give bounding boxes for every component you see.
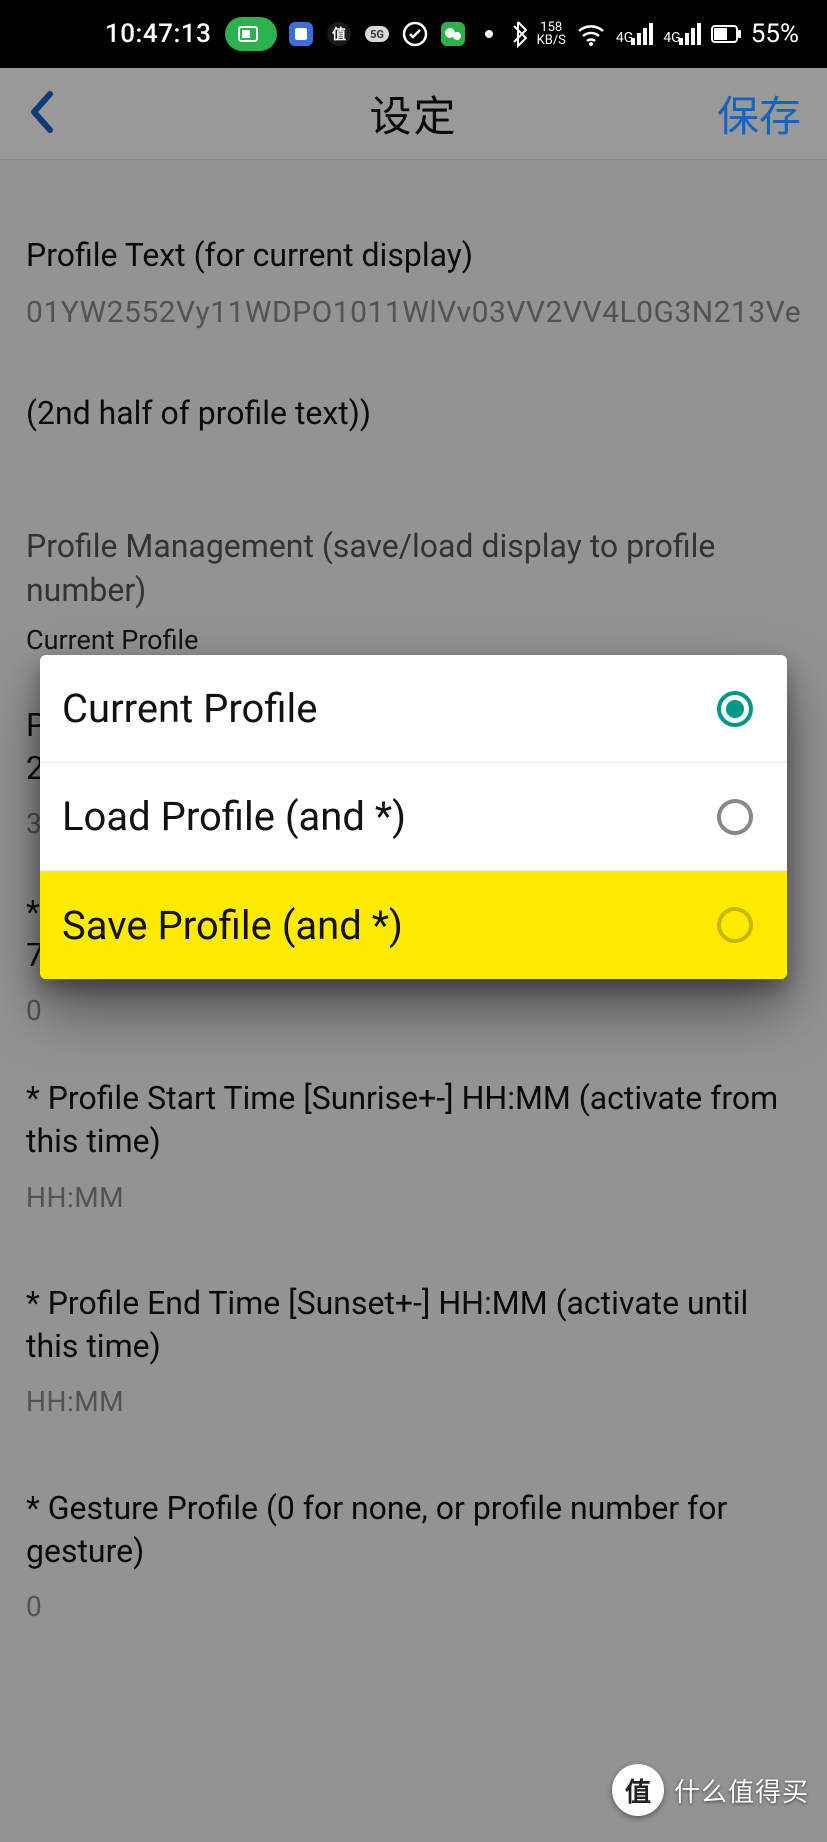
signal-bars-2 — [679, 23, 701, 45]
signal-bars-1 — [631, 23, 653, 45]
gesture-label: * Gesture Profile (0 for none, or profil… — [26, 1487, 801, 1573]
bluetooth-icon — [509, 20, 527, 48]
second-half-label: (2nd half of profile text)) — [26, 392, 801, 435]
current-profile-value[interactable]: Current Profile — [26, 624, 801, 656]
gesture-section: * Gesture Profile (0 for none, or profil… — [26, 1487, 801, 1626]
profile-select-dialog: Current Profile Load Profile (and *) Sav… — [40, 655, 787, 979]
watermark-text: 什么值得买 — [674, 1772, 809, 1809]
dialog-option-label: Current Profile — [62, 685, 317, 732]
end-time-label: * Profile End Time [Sunset+-] HH:MM (act… — [26, 1282, 801, 1368]
battery-pct: 55% — [751, 19, 799, 49]
radio-unselected-icon — [717, 907, 753, 943]
app-icon-2: 值 — [325, 20, 353, 48]
profile-text-label: Profile Text (for current display) — [26, 234, 801, 277]
battery-icon — [711, 25, 741, 43]
profile-mgmt-label: Profile Management (save/load display to… — [26, 525, 801, 611]
net-speed: 158 KB/S — [537, 21, 566, 47]
svg-text:5G: 5G — [370, 28, 384, 41]
second-half-section: (2nd half of profile text)) — [26, 392, 801, 435]
status-bar-right: 158 KB/S 4G 4G 55% — [479, 19, 799, 49]
gesture-value[interactable]: 0 — [26, 1589, 801, 1625]
save-button[interactable]: 保存 — [717, 83, 801, 144]
dialog-option-label: Save Profile (and *) — [62, 902, 403, 949]
start-time-label: * Profile Start Time [Sunrise+-] HH:MM (… — [26, 1077, 801, 1163]
wechat-icon — [439, 20, 467, 48]
profile-text-value[interactable]: 01YW2552Vy11WDPO1011WlVv03VV2VV4L0G3N213… — [26, 293, 801, 332]
radio-selected-icon — [717, 691, 753, 727]
profile-text-section: Profile Text (for current display) 01YW2… — [26, 234, 801, 332]
screen: 10:47:13 值 5G — [0, 0, 827, 1842]
profile-mgmt-section: Profile Management (save/load display to… — [26, 525, 801, 655]
dialog-option-load-profile[interactable]: Load Profile (and *) — [40, 763, 787, 871]
clock: 10:47:13 — [105, 19, 211, 49]
app-bar: 设定 保存 — [0, 68, 827, 160]
network-5g-icon: 5G — [363, 20, 391, 48]
wifi-icon — [576, 22, 606, 46]
dialog-option-current-profile[interactable]: Current Profile — [40, 655, 787, 763]
watermark-badge: 值 — [612, 1764, 664, 1816]
start-time-section: * Profile Start Time [Sunrise+-] HH:MM (… — [26, 1077, 801, 1216]
screen-record-pill — [225, 17, 277, 51]
status-bar: 10:47:13 值 5G — [0, 0, 827, 68]
checkmark-icon — [401, 20, 429, 48]
watermark: 值 什么值得买 — [612, 1764, 809, 1816]
page-title: 设定 — [0, 83, 827, 144]
radio-unselected-icon — [717, 799, 753, 835]
status-bar-left: 10:47:13 值 5G — [105, 17, 467, 51]
app-icon-1 — [287, 20, 315, 48]
dialog-option-label: Load Profile (and *) — [62, 793, 406, 840]
svg-text:值: 值 — [332, 26, 346, 43]
hidden-value-2: 0 — [26, 993, 801, 1029]
end-time-section: * Profile End Time [Sunset+-] HH:MM (act… — [26, 1282, 801, 1421]
notification-dot — [485, 30, 493, 38]
end-time-value[interactable]: HH:MM — [26, 1384, 801, 1420]
dialog-option-save-profile[interactable]: Save Profile (and *) — [40, 871, 787, 979]
start-time-value[interactable]: HH:MM — [26, 1180, 801, 1216]
